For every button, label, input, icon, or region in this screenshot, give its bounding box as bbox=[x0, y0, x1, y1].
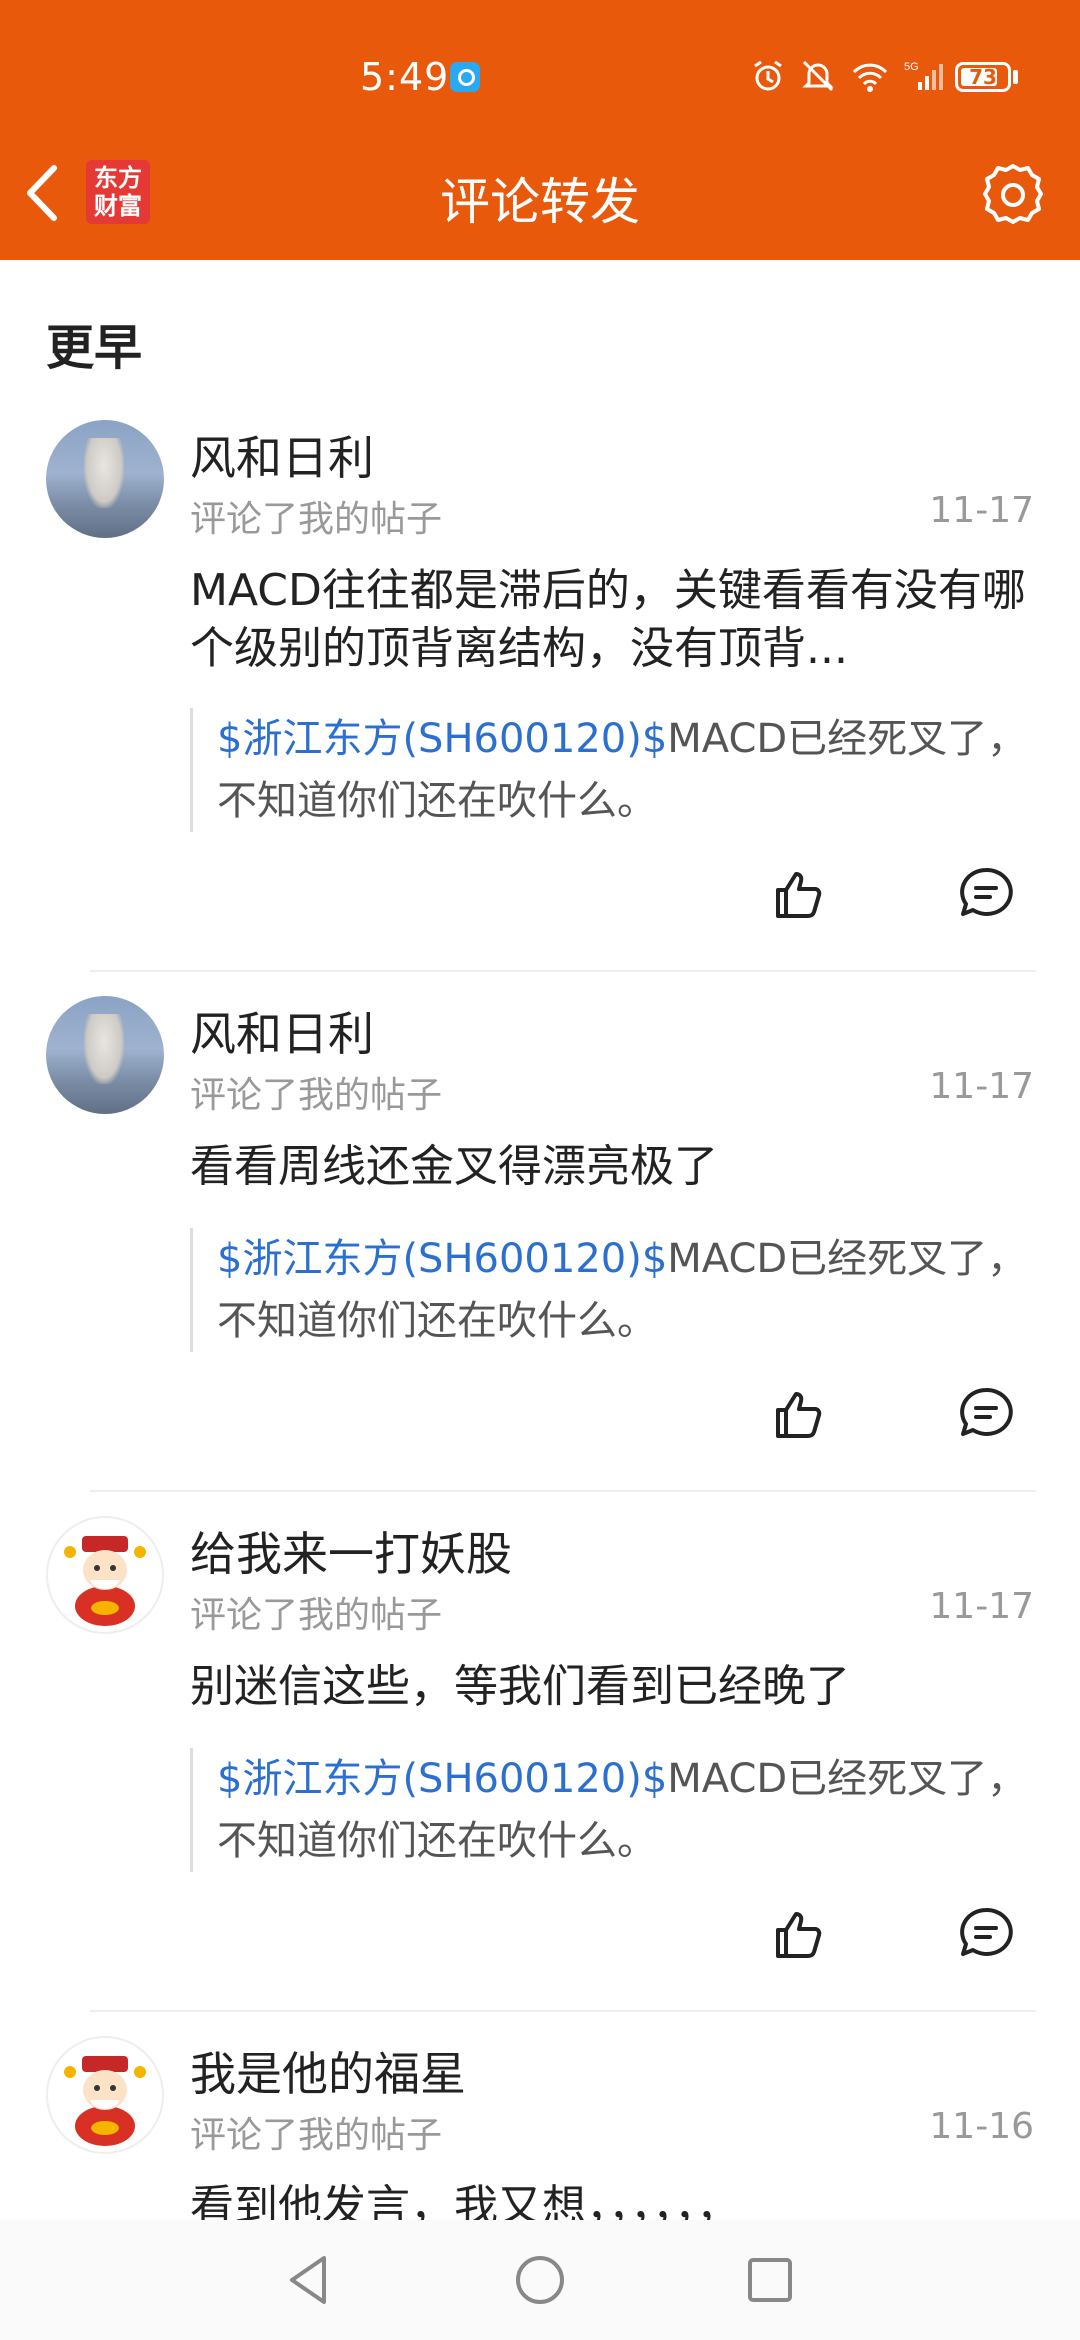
system-navigation-bar bbox=[0, 2220, 1080, 2340]
user-name[interactable]: 给我来一打妖股 bbox=[190, 1518, 512, 1584]
comment-text[interactable]: 看看周线还金叉得漂亮极了 bbox=[190, 1138, 1030, 1196]
action-text: 评论了我的帖子 bbox=[190, 1075, 443, 1116]
comment-icon[interactable] bbox=[956, 864, 1016, 924]
app-notification-icon bbox=[450, 62, 480, 92]
fortune-god-avatar-icon bbox=[64, 2056, 146, 2146]
stock-link[interactable]: $浙江东方(SH600120)$ bbox=[217, 716, 667, 762]
comment-text[interactable]: 别迷信这些，等我们看到已经晚了 bbox=[190, 1658, 1030, 1716]
stock-link[interactable]: $浙江东方(SH600120)$ bbox=[217, 1756, 667, 1802]
comment-icon[interactable] bbox=[956, 1384, 1016, 1444]
action-text: 评论了我的帖子 bbox=[190, 2115, 443, 2156]
svg-text:5G: 5G bbox=[904, 61, 919, 73]
nav-recents-icon[interactable] bbox=[740, 2250, 800, 2310]
user-name[interactable]: 风和日利 bbox=[190, 422, 374, 488]
date: 11-16 bbox=[929, 2106, 1034, 2147]
quoted-post[interactable]: $浙江东方(SH600120)$MACD已经死叉了，不知道你们还在吹什么。 bbox=[190, 708, 1030, 832]
settings-gear-icon[interactable] bbox=[976, 158, 1050, 232]
like-icon[interactable] bbox=[770, 864, 830, 924]
status-time: 5:49 bbox=[360, 55, 450, 99]
nav-back-icon[interactable] bbox=[280, 2250, 340, 2310]
page-title: 评论转发 bbox=[440, 173, 640, 231]
date: 11-17 bbox=[929, 1586, 1034, 1627]
alarm-icon bbox=[754, 60, 782, 91]
date: 11-17 bbox=[929, 490, 1034, 531]
quoted-post[interactable]: $浙江东方(SH600120)$MACD已经死叉了，不知道你们还在吹什么。 bbox=[190, 1748, 1030, 1872]
user-name[interactable]: 我是他的福星 bbox=[190, 2038, 466, 2104]
divider bbox=[90, 2010, 1036, 2012]
divider bbox=[90, 1490, 1036, 1492]
date: 11-17 bbox=[929, 1066, 1034, 1107]
avatar[interactable] bbox=[46, 420, 164, 538]
mute-icon bbox=[802, 60, 834, 92]
avatar[interactable] bbox=[46, 1516, 164, 1634]
status-icons: 5G bbox=[750, 58, 944, 94]
user-name[interactable]: 风和日利 bbox=[190, 998, 374, 1064]
battery-icon: 73 bbox=[955, 62, 1011, 92]
like-icon[interactable] bbox=[770, 1384, 830, 1444]
avatar[interactable] bbox=[46, 996, 164, 1114]
quoted-post[interactable]: $浙江东方(SH600120)$MACD已经死叉了，不知道你们还在吹什么。 bbox=[190, 1228, 1030, 1352]
action-text: 评论了我的帖子 bbox=[190, 499, 443, 540]
wifi-icon bbox=[852, 63, 888, 92]
stock-link[interactable]: $浙江东方(SH600120)$ bbox=[217, 1236, 667, 1282]
action-text: 评论了我的帖子 bbox=[190, 1595, 443, 1636]
divider bbox=[90, 970, 1036, 972]
fortune-god-avatar-icon bbox=[64, 1536, 146, 1626]
top-bar: 5:49 5G 73 东方 财富 评论转发 bbox=[0, 0, 1080, 260]
section-title: 更早 bbox=[46, 320, 143, 376]
signal-icon: 5G bbox=[904, 61, 943, 90]
nav-home-icon[interactable] bbox=[510, 2250, 570, 2310]
avatar[interactable] bbox=[46, 2036, 164, 2154]
comment-text[interactable]: MACD往往都是滞后的，关键看看有没有哪个级别的顶背离结构，没有顶背... bbox=[190, 562, 1030, 678]
battery-level: 73 bbox=[969, 65, 997, 89]
comment-icon[interactable] bbox=[956, 1904, 1016, 1964]
like-icon[interactable] bbox=[770, 1904, 830, 1964]
